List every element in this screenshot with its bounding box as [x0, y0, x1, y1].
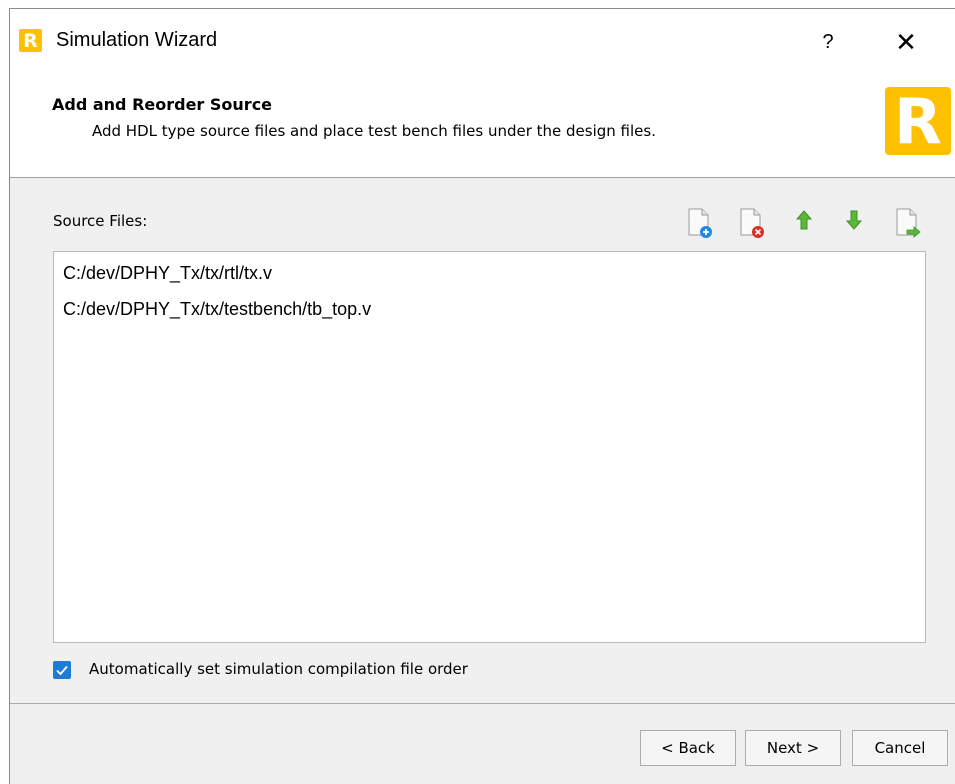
- source-files-label: Source Files:: [53, 212, 148, 230]
- move-to-end-button[interactable]: [893, 205, 923, 239]
- back-button[interactable]: < Back: [640, 730, 736, 766]
- brand-logo: R: [885, 85, 951, 158]
- window-title: Simulation Wizard: [56, 29, 218, 51]
- move-down-icon: [845, 210, 863, 230]
- auto-order-checkbox[interactable]: [53, 661, 71, 679]
- wizard-header: Add and Reorder Source Add HDL type sour…: [10, 73, 955, 178]
- move-up-button[interactable]: [791, 205, 821, 239]
- add-file-icon: [688, 208, 712, 238]
- move-up-icon: [795, 210, 813, 230]
- remove-file-icon: [740, 208, 764, 238]
- checkmark-icon: [56, 665, 68, 676]
- simulation-wizard-dialog: R Simulation Wizard ? ✕ Add and Reorder …: [9, 8, 955, 784]
- page-subtitle: Add HDL type source files and place test…: [92, 122, 656, 140]
- page-title: Add and Reorder Source: [52, 95, 273, 114]
- app-logo-icon: R: [19, 29, 42, 52]
- remove-file-button[interactable]: [737, 205, 767, 239]
- next-button[interactable]: Next >: [745, 730, 841, 766]
- move-to-end-icon: [896, 208, 921, 238]
- auto-order-label[interactable]: Automatically set simulation compilation…: [89, 660, 468, 678]
- move-down-button[interactable]: [841, 205, 871, 239]
- source-files-list[interactable]: C:/dev/DPHY_Tx/tx/rtl/tx.v C:/dev/DPHY_T…: [53, 251, 926, 643]
- help-button[interactable]: ?: [813, 27, 843, 57]
- footer-divider: [10, 703, 955, 704]
- list-item[interactable]: C:/dev/DPHY_Tx/tx/rtl/tx.v: [63, 263, 272, 284]
- add-file-button[interactable]: [685, 205, 715, 239]
- list-item[interactable]: C:/dev/DPHY_Tx/tx/testbench/tb_top.v: [63, 299, 371, 320]
- close-button[interactable]: ✕: [886, 27, 926, 57]
- title-bar: R Simulation Wizard ? ✕: [10, 9, 955, 73]
- cancel-button[interactable]: Cancel: [852, 730, 948, 766]
